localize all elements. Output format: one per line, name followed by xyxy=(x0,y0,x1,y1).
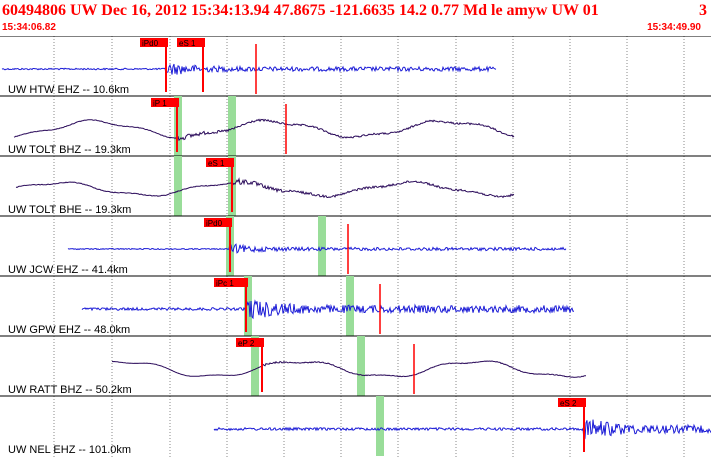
pick-window xyxy=(357,336,365,396)
trace-panels: iPd0 eS 1 UW HTW EHZ -- 10.6km iP 1 UW TOLT … xyxy=(0,36,711,456)
pick-label: iPd0 xyxy=(142,39,159,48)
pick-window xyxy=(228,96,236,156)
trace-row[interactable]: eP 2 UW RATT BHZ -- 50.2km xyxy=(0,335,711,396)
start-time-label: 15:34:06.82 xyxy=(2,22,56,33)
end-time-label: 15:34:49.90 xyxy=(647,22,701,33)
time-grid xyxy=(53,36,685,458)
trace-label: UW HTW EHZ -- 10.6km xyxy=(8,84,129,96)
trace-row[interactable]: eS 1 UW TOLT BHE -- 19.3km xyxy=(0,155,711,216)
pick-label: eS 2 xyxy=(560,399,577,408)
trace-row[interactable]: eS 2 UW NEL EHZ -- 101.0km xyxy=(0,395,711,456)
waveform-trace xyxy=(13,118,515,143)
waveform-trace xyxy=(67,242,567,254)
trace-row[interactable]: iPd0 UW JCW EHZ -- 41.4km xyxy=(0,215,711,276)
trace-row[interactable]: iPd0 eS 1 UW HTW EHZ -- 10.6km xyxy=(0,36,711,96)
trace-label: UW RATT BHZ -- 50.2km xyxy=(8,384,132,396)
pick-window xyxy=(318,216,326,276)
pick-label: eS 1 xyxy=(179,39,196,48)
pick-window xyxy=(376,396,384,456)
seismogram-plot[interactable]: iPd0 eS 1 UW HTW EHZ -- 10.6km iP 1 UW TOLT … xyxy=(0,36,711,458)
trace-label: UW TOLT BHZ -- 19.3km xyxy=(8,144,131,156)
waveform-trace xyxy=(81,299,574,320)
trace-label: UW GPW EHZ -- 48.0km xyxy=(8,324,130,336)
waveform-trace xyxy=(213,419,711,443)
pick-label: iPd0 xyxy=(206,219,223,228)
trace-label: UW JCW EHZ -- 41.4km xyxy=(8,264,128,276)
pick-window xyxy=(174,156,182,216)
pick-label: iP 1 xyxy=(153,99,167,108)
event-title: 60494806 UW Dec 16, 2012 15:34:13.94 47.… xyxy=(2,2,599,19)
trace-label: UW TOLT BHE -- 19.3km xyxy=(8,204,131,216)
trace-row[interactable]: iP 1 UW TOLT BHZ -- 19.3km xyxy=(0,95,711,156)
event-title-bar: 60494806 UW Dec 16, 2012 15:34:13.94 47.… xyxy=(0,0,711,22)
waveform-trace xyxy=(15,177,515,199)
waveform-trace xyxy=(111,360,587,378)
pick-label: iPc 1 xyxy=(216,279,234,288)
event-title-end: 3 xyxy=(699,2,707,19)
pick-label: eS 1 xyxy=(208,159,225,168)
waveform-trace xyxy=(1,63,497,75)
trace-row[interactable]: iPc 1 UW GPW EHZ -- 48.0km xyxy=(0,275,711,336)
pick-label: eP 2 xyxy=(238,339,255,348)
trace-label: UW NEL EHZ -- 101.0km xyxy=(8,444,131,456)
